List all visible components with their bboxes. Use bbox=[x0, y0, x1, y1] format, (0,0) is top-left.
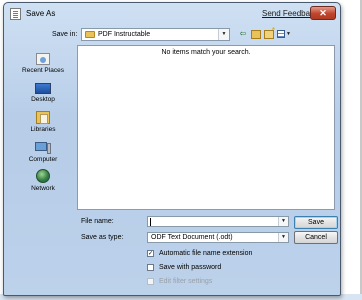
close-button[interactable]: ✕ bbox=[310, 6, 336, 20]
place-recent-places[interactable]: Recent Places bbox=[10, 53, 76, 74]
auto-extension-checkbox[interactable]: ✓ bbox=[147, 249, 154, 257]
title-bar[interactable]: Save As Send Feedback ✕ bbox=[4, 3, 340, 25]
folder-icon bbox=[85, 31, 95, 38]
chevron-down-icon: ▼ bbox=[286, 31, 291, 37]
place-network[interactable]: Network bbox=[10, 169, 76, 192]
save-as-type-label: Save as type: bbox=[81, 234, 124, 241]
save-in-label: Save in: bbox=[52, 31, 78, 38]
save-as-type-value: ODF Text Document (.odt) bbox=[151, 234, 233, 241]
chevron-down-icon[interactable]: ▼ bbox=[278, 233, 288, 242]
up-folder-icon[interactable] bbox=[251, 30, 261, 39]
empty-message: No items match your search. bbox=[161, 49, 251, 56]
auto-extension-label: Automatic file name extension bbox=[159, 249, 253, 257]
file-name-label: File name: bbox=[81, 218, 114, 225]
file-name-field[interactable]: ▼ bbox=[147, 216, 289, 227]
libraries-icon bbox=[36, 111, 50, 124]
network-icon bbox=[36, 169, 50, 183]
place-label: Libraries bbox=[30, 126, 56, 133]
edit-filter-settings-label: Edit filter settings bbox=[159, 277, 213, 285]
view-menu-button[interactable]: ▼ bbox=[277, 29, 291, 39]
chevron-down-icon[interactable]: ▼ bbox=[218, 29, 229, 40]
edit-filter-settings-option: Edit filter settings bbox=[147, 276, 212, 286]
auto-extension-option[interactable]: ✓ Automatic file name extension bbox=[147, 248, 252, 258]
place-label: Computer bbox=[28, 156, 58, 163]
cancel-button[interactable]: Cancel bbox=[294, 231, 338, 244]
back-arrow-icon[interactable]: ⇦ bbox=[238, 29, 248, 39]
close-icon: ✕ bbox=[319, 8, 327, 18]
save-with-password-label: Save with password bbox=[159, 263, 222, 271]
new-folder-icon[interactable] bbox=[264, 26, 275, 39]
save-as-type-dropdown[interactable]: ODF Text Document (.odt) ▼ bbox=[147, 232, 289, 243]
save-with-password-checkbox[interactable] bbox=[147, 263, 154, 271]
place-label: Desktop bbox=[31, 96, 55, 103]
save-with-password-option[interactable]: Save with password bbox=[147, 262, 221, 272]
save-in-value: PDF Instructable bbox=[98, 31, 151, 38]
file-list[interactable]: No items match your search. bbox=[77, 45, 335, 210]
recent-places-icon bbox=[36, 53, 50, 65]
place-desktop[interactable]: Desktop bbox=[10, 83, 76, 103]
computer-icon bbox=[35, 142, 51, 154]
place-libraries[interactable]: Libraries bbox=[10, 111, 76, 133]
place-label: Network bbox=[31, 185, 55, 192]
save-in-dropdown[interactable]: PDF Instructable ▼ bbox=[81, 28, 230, 41]
document-icon bbox=[10, 8, 21, 20]
edit-filter-settings-checkbox bbox=[147, 277, 154, 285]
place-label: Recent Places bbox=[22, 67, 64, 74]
desktop-icon bbox=[35, 83, 51, 94]
view-grid-icon bbox=[277, 30, 286, 38]
dialog-title: Save As bbox=[26, 9, 56, 18]
save-button[interactable]: Save bbox=[294, 216, 338, 229]
text-cursor bbox=[150, 218, 151, 226]
save-as-dialog: Save As Send Feedback ✕ Save in: PDF Ins… bbox=[3, 2, 341, 296]
place-computer[interactable]: Computer bbox=[10, 142, 76, 163]
chevron-down-icon[interactable]: ▼ bbox=[278, 217, 288, 226]
navigation-toolbar: ⇦ ▼ bbox=[238, 26, 291, 41]
